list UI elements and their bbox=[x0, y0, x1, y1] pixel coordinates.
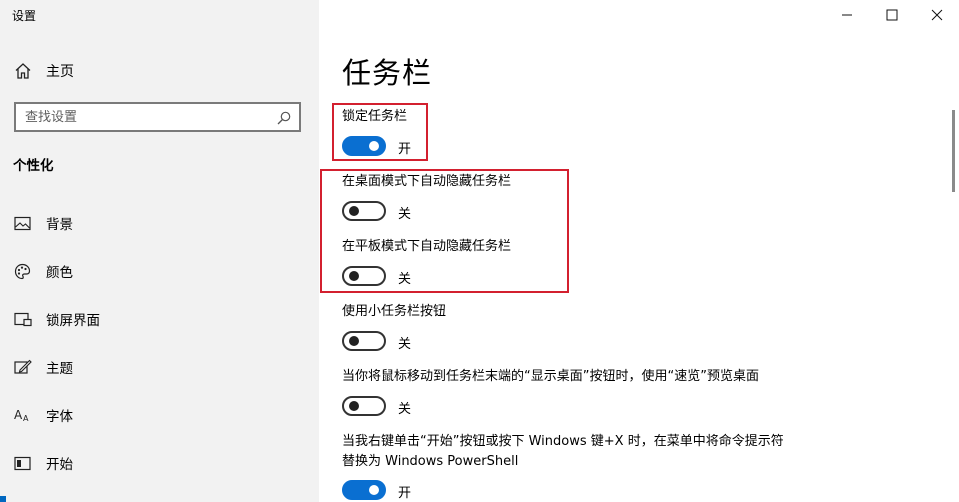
toggle-state-small-buttons: 关 bbox=[398, 337, 412, 352]
svg-text:A: A bbox=[23, 414, 29, 423]
sidebar-item-lock-screen[interactable]: 锁屏界面 bbox=[14, 308, 100, 330]
highlight-box-lock bbox=[332, 103, 428, 161]
sidebar-item-background[interactable]: 背景 bbox=[14, 212, 73, 234]
theme-icon bbox=[14, 359, 32, 374]
setting-label-peek: 当你将鼠标移动到任务栏末端的“显示桌面”按钮时，使用“速览”预览桌面 bbox=[342, 369, 759, 384]
image-icon bbox=[14, 216, 31, 230]
maximize-button[interactable] bbox=[869, 0, 915, 30]
home-nav-item[interactable]: 主页 bbox=[14, 61, 74, 81]
start-icon bbox=[14, 456, 31, 470]
lock-screen-icon bbox=[14, 312, 32, 326]
sidebar-item-fonts[interactable]: A A 字体 bbox=[14, 404, 73, 426]
search-icon[interactable] bbox=[277, 110, 291, 129]
toggle-knob bbox=[349, 336, 359, 346]
home-label: 主页 bbox=[46, 64, 74, 80]
sidebar-item-label: 字体 bbox=[46, 409, 73, 425]
toggle-knob bbox=[369, 485, 379, 495]
search-box[interactable] bbox=[14, 102, 301, 132]
sidebar-item-label: 颜色 bbox=[46, 265, 73, 281]
toggle-powershell[interactable] bbox=[342, 480, 386, 500]
minimize-button[interactable] bbox=[824, 0, 870, 30]
sidebar-item-label: 锁屏界面 bbox=[46, 313, 100, 329]
close-icon bbox=[931, 9, 943, 21]
toggle-state-powershell: 开 bbox=[398, 486, 412, 501]
sidebar-item-label: 开始 bbox=[46, 457, 73, 473]
minimize-icon bbox=[842, 14, 852, 16]
window-title: 设置 bbox=[12, 9, 37, 23]
section-title: 个性化 bbox=[13, 158, 54, 174]
sidebar-item-label: 主题 bbox=[46, 361, 73, 377]
scrollbar-thumb[interactable] bbox=[952, 110, 955, 192]
maximize-icon bbox=[886, 9, 898, 21]
palette-icon bbox=[14, 263, 31, 279]
svg-text:A: A bbox=[14, 408, 23, 422]
setting-label-small-buttons: 使用小任务栏按钮 bbox=[342, 304, 447, 319]
sidebar-item-colors[interactable]: 颜色 bbox=[14, 260, 73, 282]
highlight-box-autohide bbox=[320, 169, 569, 293]
page-title: 任务栏 bbox=[342, 56, 433, 90]
setting-label-powershell: 当我右键单击“开始”按钮或按下 Windows 键+X 时，在菜单中将命令提示符… bbox=[342, 434, 784, 469]
toggle-state-peek: 关 bbox=[398, 402, 412, 417]
sidebar: 设置 主页 个性化 背景 颜色 bbox=[0, 0, 319, 502]
toggle-peek[interactable] bbox=[342, 396, 386, 416]
search-input[interactable] bbox=[25, 109, 265, 125]
sidebar-item-themes[interactable]: 主题 bbox=[14, 356, 73, 378]
sidebar-item-start[interactable]: 开始 bbox=[14, 452, 73, 474]
toggle-knob bbox=[349, 401, 359, 411]
close-button[interactable] bbox=[914, 0, 959, 30]
toggle-small-buttons[interactable] bbox=[342, 331, 386, 351]
home-icon bbox=[15, 63, 31, 79]
selection-indicator bbox=[0, 496, 6, 502]
font-icon: A A bbox=[14, 408, 29, 423]
sidebar-item-label: 背景 bbox=[46, 217, 73, 233]
